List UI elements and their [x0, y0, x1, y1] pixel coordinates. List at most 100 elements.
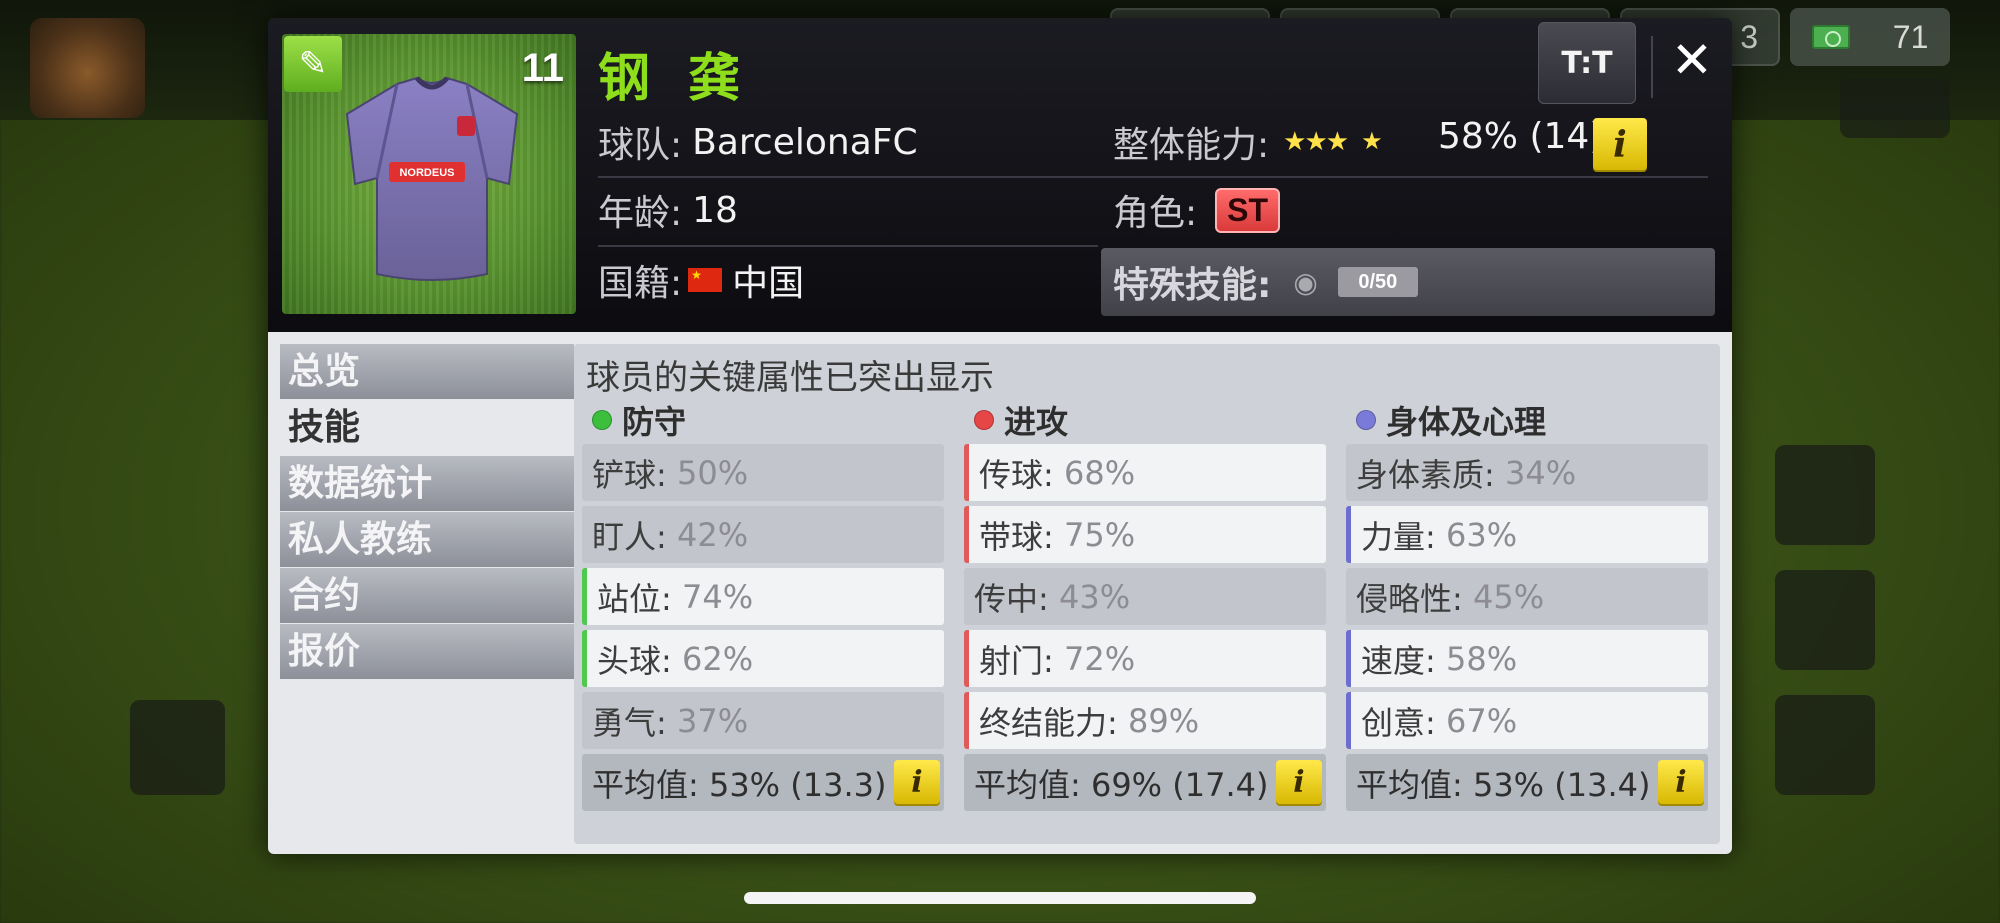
attribute-row: 终结能力: 89% [964, 692, 1326, 749]
kit-compare-button[interactable]: T:T [1538, 22, 1636, 104]
attribute-value: 42% [676, 515, 749, 554]
attribute-name: 终结能力: [979, 703, 1118, 742]
edit-pencil-button[interactable]: ✎ [284, 36, 342, 92]
background-back-button [130, 700, 225, 795]
attribute-name: 传中: [974, 579, 1049, 618]
background-tile [1775, 570, 1875, 670]
attribute-value: 50% [676, 453, 749, 492]
nationality-label: 国籍: [598, 263, 683, 304]
average-row: 平均值: 53% (13.4) i [1346, 754, 1708, 811]
team-value: BarcelonaFC [692, 121, 918, 163]
column-title: 身体及心理 [1386, 403, 1547, 441]
column-title: 进攻 [1004, 403, 1069, 441]
status-dot-icon [592, 410, 612, 430]
shirt-icon: NORDEUS [345, 76, 519, 281]
background-tile [1775, 445, 1875, 545]
shirt-compare-icon: T:T [1561, 45, 1613, 81]
age-value: 18 [692, 189, 738, 231]
home-indicator[interactable] [744, 892, 1256, 904]
attribute-value: 75% [1063, 515, 1136, 554]
tab-label: 私人教练 [288, 519, 433, 560]
money-counter[interactable]: 71 [1790, 8, 1950, 66]
info-icon: i [1293, 765, 1305, 800]
star-rating-icon: ★★★ ★ [1283, 127, 1382, 157]
defense-column: 防守 铲球: 50% 盯人: 42% 站位: 74% 头球: 62% 勇气: 3… [582, 396, 944, 811]
attribute-row: 带球: 75% [964, 506, 1326, 563]
physical-info-button[interactable]: i [1658, 759, 1704, 806]
status-dot-icon [1356, 410, 1376, 430]
tab-overview[interactable]: 总览 [280, 344, 574, 399]
tab-label: 报价 [288, 631, 361, 672]
defense-info-button[interactable]: i [894, 759, 940, 806]
nationality-value: 中国 [732, 263, 805, 304]
attack-info-button[interactable]: i [1276, 759, 1322, 806]
special-skill-label: 特殊技能: [1113, 265, 1272, 306]
divider [598, 245, 1098, 247]
attribute-row: 速度: 58% [1346, 630, 1708, 687]
attribute-row: 勇气: 37% [582, 692, 944, 749]
attribute-name: 盯人: [592, 517, 667, 556]
attribute-value: 43% [1058, 577, 1131, 616]
info-icon: i [1675, 765, 1687, 800]
tab-personal-trainer[interactable]: 私人教练 [280, 512, 574, 567]
attribute-row: 头球: 62% [582, 630, 944, 687]
status-dot-icon [974, 410, 994, 430]
column-header: 防守 [582, 396, 944, 444]
tab-label: 技能 [288, 407, 361, 448]
average-value: 平均值: 53% (13.3) [592, 765, 887, 804]
attribute-row: 盯人: 42% [582, 506, 944, 563]
tab-label: 合约 [288, 575, 361, 616]
tab-label: 数据统计 [288, 463, 433, 504]
shirt-sponsor: NORDEUS [399, 167, 454, 179]
attribute-row: 铲球: 50% [582, 444, 944, 501]
attribute-row: 射门: 72% [964, 630, 1326, 687]
column-header: 身体及心理 [1346, 396, 1708, 444]
attribute-value: 45% [1472, 577, 1545, 616]
special-skill-box[interactable]: 特殊技能: ◉ 0/50 [1101, 248, 1715, 316]
attribute-name: 身体素质: [1356, 455, 1495, 494]
average-row: 平均值: 69% (17.4) i [964, 754, 1326, 811]
player-modal: NORDEUS ✎ 11 钢 龚 球队: BarcelonaFC 整体能力: ★… [268, 18, 1732, 854]
attribute-value: 74% [681, 577, 754, 616]
tab-skills[interactable]: 技能 [280, 400, 574, 455]
attribute-row: 传中: 43% [964, 568, 1326, 625]
attribute-value: 37% [676, 701, 749, 740]
eye-icon: ◉ [1293, 265, 1318, 299]
attribute-name: 勇气: [592, 703, 667, 742]
attribute-row: 传球: 68% [964, 444, 1326, 501]
attribute-value: 67% [1445, 701, 1518, 740]
attribute-name: 射门: [979, 641, 1054, 680]
jersey-number: 11 [521, 46, 564, 90]
divider [1651, 36, 1653, 98]
attribute-name: 传球: [979, 455, 1054, 494]
age-label: 年龄: [598, 193, 683, 234]
attribute-name: 侵略性: [1356, 579, 1463, 618]
tab-stats[interactable]: 数据统计 [280, 456, 574, 511]
close-icon: ✕ [1671, 31, 1713, 89]
column-header: 进攻 [964, 396, 1326, 444]
overall-info-button[interactable]: i [1593, 118, 1647, 172]
close-button[interactable]: ✕ [1665, 30, 1719, 90]
money-icon [1811, 25, 1850, 49]
china-flag-icon: ★ [688, 268, 723, 292]
attribute-row: 站位: 74% [582, 568, 944, 625]
player-detail-panel: 总览 技能 数据统计 私人教练 合约 报价 球员的关键属性已突出显示 防守 铲球… [268, 332, 1732, 854]
attribute-value: 68% [1063, 453, 1136, 492]
tab-label: 总览 [288, 351, 361, 392]
physical-mental-column: 身体及心理 身体素质: 34% 力量: 63% 侵略性: 45% 速度: 58%… [1346, 396, 1708, 811]
player-name: 钢 龚 [598, 49, 751, 109]
tab-offers[interactable]: 报价 [280, 624, 574, 679]
player-photo: NORDEUS ✎ 11 [282, 34, 576, 314]
average-row: 平均值: 53% (13.3) i [582, 754, 944, 811]
attribute-value: 58% [1445, 639, 1518, 678]
attribute-row: 侵略性: 45% [1346, 568, 1708, 625]
attribute-name: 铲球: [592, 455, 667, 494]
overall-label: 整体能力: [1113, 125, 1270, 166]
team-row: 球队: BarcelonaFC [598, 116, 918, 168]
attribute-name: 速度: [1361, 641, 1436, 680]
attribute-row: 创意: 67% [1346, 692, 1708, 749]
divider [598, 176, 1708, 178]
money-value: 71 [1892, 18, 1929, 55]
role-row: 角色: ST [1113, 184, 1281, 236]
tab-contract[interactable]: 合约 [280, 568, 574, 623]
